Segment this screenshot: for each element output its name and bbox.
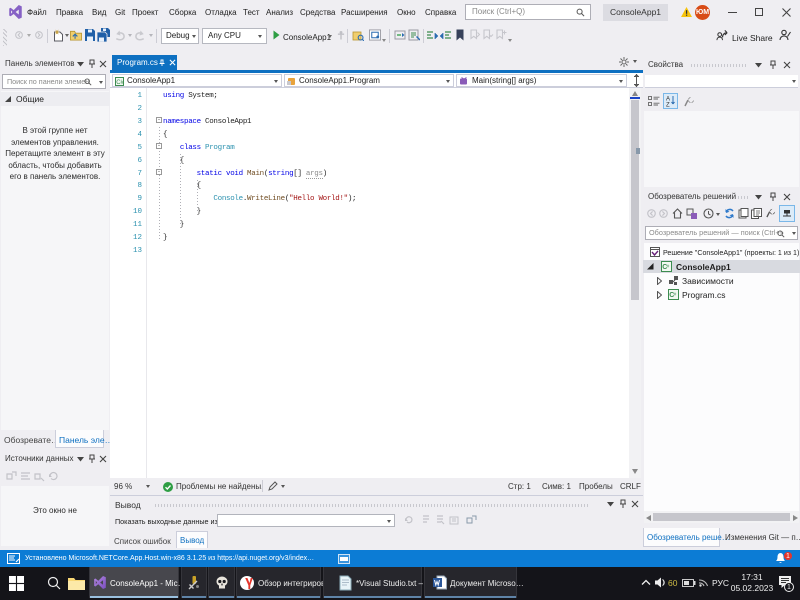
svg-text:C#: C#	[116, 79, 124, 85]
svg-text:Z: Z	[666, 103, 670, 108]
